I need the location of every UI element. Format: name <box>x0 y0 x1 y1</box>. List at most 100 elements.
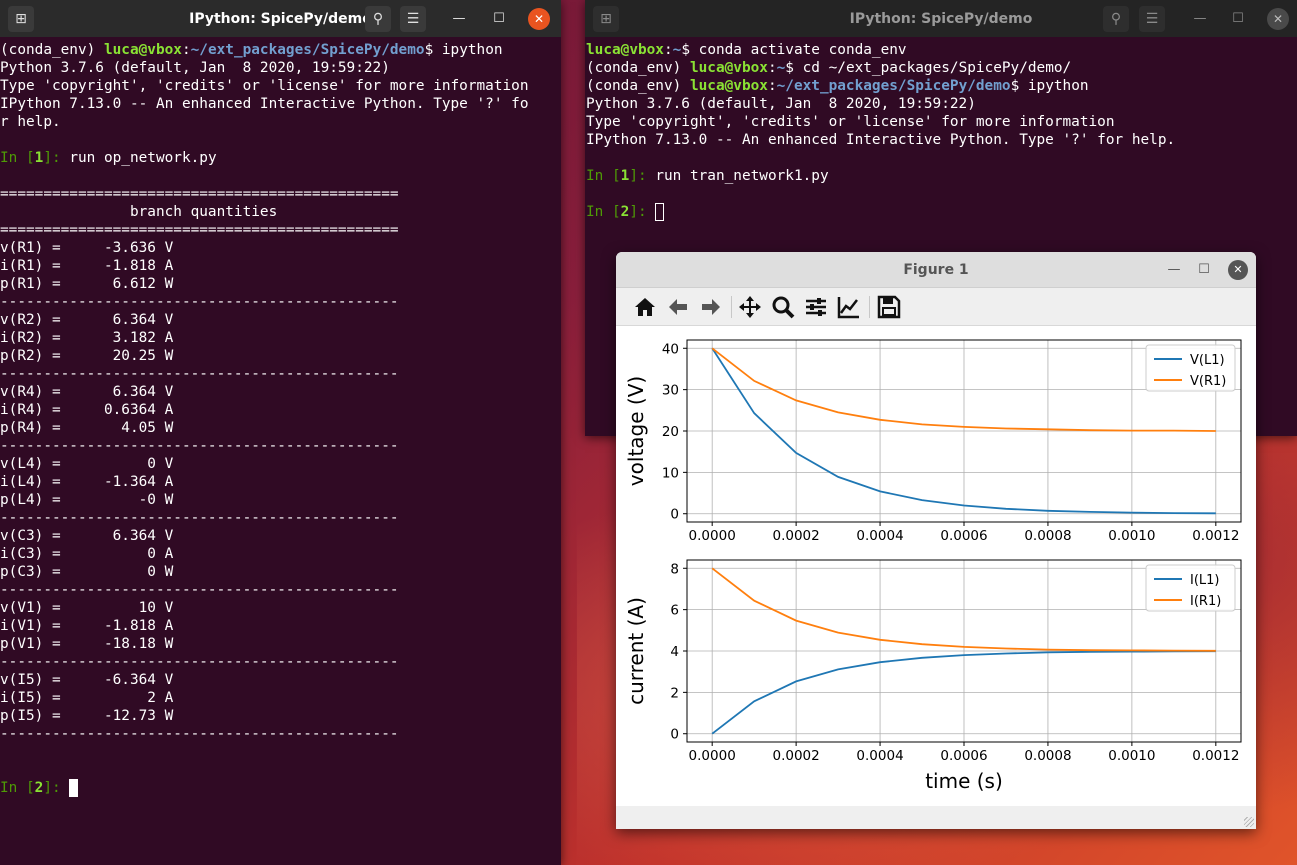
terminal-cursor[interactable] <box>69 779 79 797</box>
terminal-text: Type 'copyright', 'credits' or 'license'… <box>586 114 1115 130</box>
terminal-text: r help. <box>0 114 61 130</box>
zoom-icon[interactable] <box>770 294 796 320</box>
terminal-text: (conda_env) <box>0 42 104 58</box>
maximize-icon[interactable]: ☐ <box>1227 8 1249 30</box>
terminal-line: luca@vbox:~$ conda activate conda_env <box>586 41 1297 59</box>
x-tick-label: 0.0010 <box>1108 528 1155 544</box>
new-tab-icon[interactable]: ⊞ <box>593 6 619 32</box>
terminal-line: v(R4) = 6.364 V <box>0 383 561 401</box>
terminal-line: v(C3) = 6.364 V <box>0 527 561 545</box>
terminal-text: (conda_env) <box>586 78 690 94</box>
terminal-line: i(L4) = -1.364 A <box>0 473 561 491</box>
terminal-text: luca@vbox <box>103 42 182 58</box>
toolbar-separator <box>731 296 732 318</box>
terminal-text: v(V1) = 10 V <box>0 600 174 616</box>
terminal-line: ----------------------------------------… <box>0 509 561 527</box>
terminal-line: v(R2) = 6.364 V <box>0 311 561 329</box>
terminal-text: ========================================… <box>0 222 399 238</box>
terminal-text: ----------------------------------------… <box>0 294 399 310</box>
terminal-line: i(R4) = 0.6364 A <box>0 401 561 419</box>
terminal-text: p(R1) = 6.612 W <box>0 276 174 292</box>
minimize-icon[interactable]: — <box>1164 260 1184 280</box>
y-axis-label: current (A) <box>624 597 648 705</box>
terminal-line: p(V1) = -18.18 W <box>0 635 561 653</box>
figure-statusbar <box>616 806 1256 829</box>
terminal-text: v(R2) = 6.364 V <box>0 312 174 328</box>
terminal-window-left[interactable]: ⊞ IPython: SpicePy/demo ⚲ ☰ — ☐ ✕ (conda… <box>0 0 561 865</box>
search-icon[interactable]: ⚲ <box>365 6 391 32</box>
legend-label: I(R1) <box>1190 594 1221 609</box>
terminal-text: p(I5) = -12.73 W <box>0 708 174 724</box>
terminal-text: i(R2) = 3.182 A <box>0 330 174 346</box>
x-tick-label: 0.0000 <box>689 528 736 544</box>
figure-window[interactable]: Figure 1 — ☐ ✕ 0.0000 0.0002 0.0004 0.00… <box>616 252 1256 829</box>
terminal-text: v(C3) = 6.364 V <box>0 528 174 544</box>
terminal-line: v(L4) = 0 V <box>0 455 561 473</box>
terminal-text: i(L4) = -1.364 A <box>0 474 174 490</box>
terminal-line: (conda_env) luca@vbox:~/ext_packages/Spi… <box>586 77 1297 95</box>
terminal-text: In [ <box>0 150 35 166</box>
terminal-text: i(C3) = 0 A <box>0 546 174 562</box>
terminal-line: IPython 7.13.0 -- An enhanced Interactiv… <box>586 131 1297 149</box>
close-icon[interactable]: ✕ <box>528 8 550 30</box>
close-icon[interactable]: ✕ <box>1228 260 1248 280</box>
menu-icon[interactable]: ☰ <box>400 6 426 32</box>
terminal-text: ----------------------------------------… <box>0 438 399 454</box>
terminal-line: v(R1) = -3.636 V <box>0 239 561 257</box>
terminal-text: i(R4) = 0.6364 A <box>0 402 174 418</box>
y-tick-label: 20 <box>662 424 679 440</box>
figure-canvas[interactable]: 0.0000 0.0002 0.0004 0.0006 0.0008 0.0010 0.00… <box>616 326 1256 806</box>
home-icon[interactable] <box>632 294 658 320</box>
minimize-icon[interactable]: — <box>448 8 470 30</box>
terminal-text: branch quantities <box>0 204 278 220</box>
terminal-text: v(R1) = -3.636 V <box>0 240 174 256</box>
terminal-line: IPython 7.13.0 -- An enhanced Interactiv… <box>0 95 561 113</box>
terminal-line: (conda_env) luca@vbox:~/ext_packages/Spi… <box>0 41 561 59</box>
close-icon[interactable]: ✕ <box>1267 8 1289 30</box>
legend-label: V(R1) <box>1190 374 1226 389</box>
terminal-line: i(I5) = 2 A <box>0 689 561 707</box>
terminal-text: IPython 7.13.0 -- An enhanced Interactiv… <box>0 96 529 112</box>
maximize-icon[interactable]: ☐ <box>1194 260 1214 280</box>
terminal-text: v(L4) = 0 V <box>0 456 174 472</box>
menu-icon[interactable]: ☰ <box>1139 6 1165 32</box>
minimize-icon[interactable]: — <box>1189 8 1211 30</box>
titlebar-left[interactable]: ⊞ IPython: SpicePy/demo ⚲ ☰ — ☐ ✕ <box>0 0 561 37</box>
terminal-text: ========================================… <box>0 186 399 202</box>
terminal-line: Type 'copyright', 'credits' or 'license'… <box>0 77 561 95</box>
terminal-text: : <box>767 60 777 76</box>
figure-titlebar[interactable]: Figure 1 — ☐ ✕ <box>616 252 1256 288</box>
terminal-text: : <box>767 78 777 94</box>
terminal-output[interactable]: (conda_env) luca@vbox:~/ext_packages/Spi… <box>0 37 561 865</box>
axes-edit-icon[interactable] <box>836 294 862 320</box>
back-icon[interactable] <box>665 294 691 320</box>
figure-toolbar <box>616 288 1256 326</box>
y-tick-label: 0 <box>670 727 679 743</box>
terminal-cursor[interactable] <box>655 203 665 221</box>
terminal-text: ----------------------------------------… <box>0 510 399 526</box>
forward-icon[interactable] <box>698 294 724 320</box>
pan-icon[interactable] <box>737 294 763 320</box>
titlebar-right[interactable]: ⊞ IPython: SpicePy/demo ⚲ ☰ — ☐ ✕ <box>585 0 1297 37</box>
resize-grip-icon[interactable] <box>1244 817 1254 827</box>
plot-area[interactable]: 0.0000 0.0002 0.0004 0.0006 0.0008 0.0010 0.00… <box>616 326 1256 806</box>
terminal-line: p(R4) = 4.05 W <box>0 419 561 437</box>
x-tick-label: 0.0012 <box>1192 528 1239 544</box>
save-icon[interactable] <box>876 294 902 320</box>
x-tick-label: 0.0002 <box>772 748 819 764</box>
terminal-line: r help. <box>0 113 561 131</box>
terminal-line: v(V1) = 10 V <box>0 599 561 617</box>
subplots-icon[interactable] <box>803 294 829 320</box>
new-tab-icon[interactable]: ⊞ <box>8 6 34 32</box>
terminal-line: In [1]: run tran_network1.py <box>586 167 1297 185</box>
legend-label: I(L1) <box>1190 573 1220 588</box>
maximize-icon[interactable]: ☐ <box>488 8 510 30</box>
terminal-text: In [ <box>586 168 621 184</box>
terminal-line: Python 3.7.6 (default, Jan 8 2020, 19:59… <box>0 59 561 77</box>
x-tick-label: 0.0010 <box>1108 748 1155 764</box>
search-icon[interactable]: ⚲ <box>1103 6 1129 32</box>
y-tick-label: 40 <box>662 341 679 357</box>
terminal-text: $ conda activate conda_env <box>681 42 907 58</box>
terminal-line: ========================================… <box>0 221 561 239</box>
